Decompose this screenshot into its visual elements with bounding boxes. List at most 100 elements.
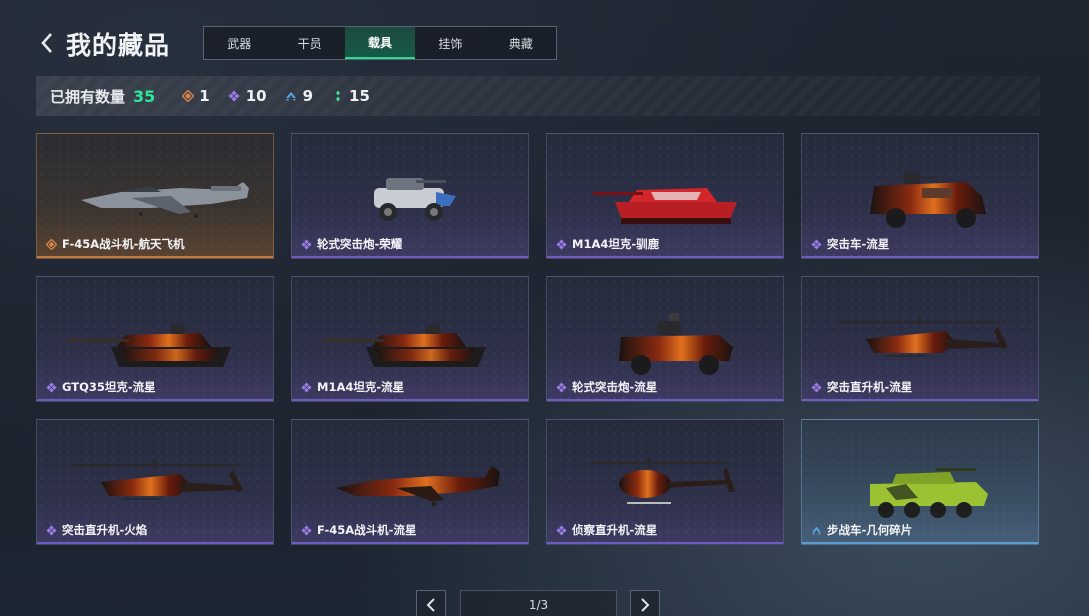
epic-diamond-icon — [300, 524, 312, 536]
collection-page: 我的藏品 武器 干员 载具 挂饰 典藏 已拥有数量 35 1 10 9 15 F… — [0, 0, 1089, 616]
vehicle-card[interactable]: F-45A战斗机-流星 — [291, 419, 529, 545]
epic-diamond-icon — [810, 238, 822, 250]
vehicle-name: M1A4坦克-驯鹿 — [572, 237, 660, 251]
vehicle-name: 步战车-几何碎片 — [827, 523, 913, 537]
vehicle-card[interactable]: 突击直升机-流星 — [801, 276, 1039, 402]
epic-diamond-icon — [300, 238, 312, 250]
rarity-underline — [547, 256, 783, 258]
legendary-diamond-icon — [181, 90, 194, 103]
rare-chevron-icon — [810, 524, 822, 536]
vehicle-card-label: 轮式突击炮-荣耀 — [300, 236, 402, 252]
prev-page-button[interactable] — [416, 590, 446, 616]
owned-count-total: 35 — [133, 86, 156, 106]
vehicle-name: M1A4坦克-流星 — [317, 380, 405, 394]
vehicle-card[interactable]: 轮式突击炮-流星 — [546, 276, 784, 402]
vehicle-image-wheeled-gun — [619, 313, 733, 375]
owned-count-label: 已拥有数量 — [50, 87, 126, 106]
vehicle-card[interactable]: 步战车-几何碎片 — [801, 419, 1039, 545]
rarity-underline — [802, 399, 1038, 401]
vehicle-name: 突击直升机-火焰 — [62, 523, 148, 537]
rarity-count-legendary: 1 — [181, 87, 210, 105]
vehicle-card[interactable]: 轮式突击炮-荣耀 — [291, 133, 529, 259]
rarity-underline — [292, 542, 528, 544]
vehicle-image-attack-heli — [71, 460, 243, 500]
rarity-underline — [802, 256, 1038, 258]
vehicle-image-ifv — [870, 468, 988, 518]
vehicle-card-label: 突击车-流星 — [810, 236, 889, 252]
vehicle-card-label: M1A4坦克-流星 — [300, 379, 404, 395]
vehicle-card[interactable]: 突击直升机-火焰 — [36, 419, 274, 545]
chevron-right-icon — [641, 598, 650, 612]
epic-diamond-icon — [45, 381, 57, 393]
next-page-button[interactable] — [630, 590, 660, 616]
epic-diamond-icon — [228, 90, 241, 103]
rarity-count-uncommon: 15 — [331, 87, 370, 105]
legendary-diamond-icon — [45, 238, 57, 250]
vehicle-card-label: M1A4坦克-驯鹿 — [555, 236, 659, 252]
chevron-left-icon — [426, 598, 435, 612]
rarity-count-value: 10 — [245, 87, 267, 105]
rarity-underline — [292, 399, 528, 401]
rarity-underline — [37, 542, 273, 544]
vehicle-card[interactable]: M1A4坦克-流星 — [291, 276, 529, 402]
vehicle-image-attack-heli — [836, 317, 1008, 357]
owned-count-bar: 已拥有数量 35 1 10 9 15 — [36, 76, 1040, 116]
rarity-underline — [547, 542, 783, 544]
page-title: 我的藏品 — [66, 31, 171, 60]
vehicle-card[interactable]: GTQ35坦克-流星 — [36, 276, 274, 402]
rarity-count-value: 15 — [349, 87, 370, 105]
vehicle-card[interactable]: M1A4坦克-驯鹿 — [546, 133, 784, 259]
back-button[interactable] — [36, 30, 58, 56]
vehicle-image-jet — [81, 182, 249, 218]
page-indicator: 1/3 — [460, 590, 617, 616]
uncommon-dots-icon — [331, 90, 344, 103]
vehicle-name: 轮式突击炮-荣耀 — [317, 237, 403, 251]
epic-diamond-icon — [45, 524, 57, 536]
vehicle-image-tank — [67, 325, 231, 367]
vehicle-name: 突击车-流星 — [827, 237, 890, 251]
vehicle-name: 突击直升机-流星 — [827, 380, 913, 394]
vehicle-card-label: 侦察直升机-流星 — [555, 522, 657, 538]
rarity-underline — [802, 542, 1038, 544]
tab-vehicles[interactable]: 载具 — [344, 27, 416, 59]
vehicle-card-label: F-45A战斗机-航天飞机 — [45, 236, 184, 252]
rarity-underline — [37, 399, 273, 401]
vehicle-name: F-45A战斗机-流星 — [317, 523, 417, 537]
rarity-count-rare: 9 — [285, 87, 313, 105]
epic-diamond-icon — [555, 381, 567, 393]
rarity-count-value: 9 — [302, 87, 314, 105]
vehicle-image-tank-red — [593, 188, 737, 224]
tab-operators[interactable]: 干员 — [274, 27, 344, 59]
vehicle-card-label: 突击直升机-火焰 — [45, 522, 147, 538]
vehicle-card-label: 轮式突击炮-流星 — [555, 379, 657, 395]
vehicle-name: GTQ35坦克-流星 — [62, 380, 156, 394]
tab-collection[interactable]: 典藏 — [486, 27, 556, 59]
vehicle-name: 侦察直升机-流星 — [572, 523, 658, 537]
epic-diamond-icon — [810, 381, 822, 393]
vehicle-card-label: 突击直升机-流星 — [810, 379, 912, 395]
vehicle-card[interactable]: 侦察直升机-流星 — [546, 419, 784, 545]
vehicle-card-label: 步战车-几何碎片 — [810, 522, 912, 538]
vehicle-image-scout-heli — [591, 458, 735, 504]
rarity-underline — [37, 256, 273, 258]
vehicle-name: F-45A战斗机-航天飞机 — [62, 237, 185, 251]
rarity-underline — [292, 256, 528, 258]
tab-weapons[interactable]: 武器 — [204, 27, 274, 59]
vehicle-card-label: GTQ35坦克-流星 — [45, 379, 156, 395]
rarity-count-value: 1 — [199, 87, 210, 105]
vehicle-grid: F-45A战斗机-航天飞机 轮式突击炮-荣耀 M1A4坦克-驯鹿 突击车-流星 GTQ3… — [36, 133, 1040, 545]
rare-chevron-icon — [285, 90, 298, 103]
tab-charms[interactable]: 挂饰 — [415, 27, 485, 59]
rarity-underline — [547, 399, 783, 401]
rarity-count-epic: 10 — [228, 87, 267, 105]
vehicle-card-label: F-45A战斗机-流星 — [300, 522, 416, 538]
epic-diamond-icon — [555, 524, 567, 536]
epic-diamond-icon — [555, 238, 567, 250]
vehicle-image-armored-car — [870, 172, 986, 228]
epic-diamond-icon — [300, 381, 312, 393]
vehicle-card[interactable]: 突击车-流星 — [801, 133, 1039, 259]
vehicle-name: 轮式突击炮-流星 — [572, 380, 658, 394]
category-tabs: 武器 干员 载具 挂饰 典藏 — [203, 26, 557, 60]
vehicle-card[interactable]: F-45A战斗机-航天飞机 — [36, 133, 274, 259]
chevron-left-icon — [41, 33, 52, 53]
